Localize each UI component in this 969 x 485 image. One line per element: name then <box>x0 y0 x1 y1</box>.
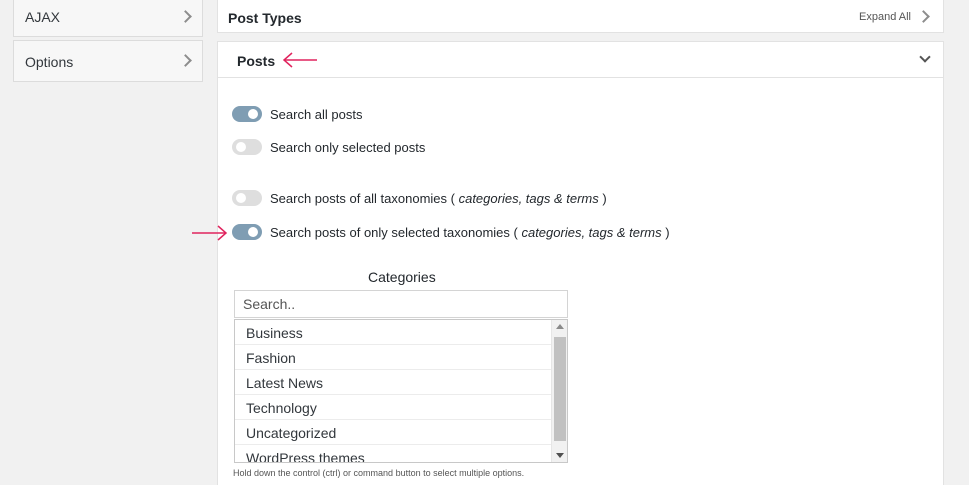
list-item[interactable]: Technology <box>235 395 551 420</box>
option-search-selected-taxonomies[interactable]: Search posts of only selected taxonomies… <box>232 222 670 242</box>
list-item[interactable]: WordPress themes <box>235 445 551 462</box>
option-label: Search only selected posts <box>270 139 426 155</box>
expand-all-link[interactable]: Expand All <box>859 11 911 23</box>
categories-search-input[interactable] <box>234 290 568 318</box>
chevron-down-icon[interactable] <box>919 51 931 63</box>
section-title: Post Types <box>228 10 302 26</box>
sidebar-item-ajax[interactable]: AJAX <box>13 0 203 37</box>
toggle-switch[interactable] <box>232 106 262 122</box>
option-label: Search posts of only selected taxonomies… <box>270 224 670 240</box>
sidebar-item-label: AJAX <box>25 9 61 25</box>
categories-label: Categories <box>368 269 436 285</box>
option-search-selected-posts[interactable]: Search only selected posts <box>232 137 425 157</box>
scrollbar[interactable] <box>551 320 567 462</box>
list-item[interactable]: Business <box>235 320 551 345</box>
scrollbar-thumb[interactable] <box>554 337 566 441</box>
help-text: Hold down the control (ctrl) or command … <box>233 468 525 478</box>
chevron-right-icon <box>179 10 192 23</box>
sidebar-item-label: Options <box>25 54 74 70</box>
annotation-arrow-right-icon <box>192 225 228 241</box>
post-types-header: Post Types Expand All <box>217 0 944 33</box>
posts-accordion-header[interactable]: Posts <box>217 41 944 78</box>
list-item[interactable]: Uncategorized <box>235 420 551 445</box>
option-label: Search posts of all taxonomies ( categor… <box>270 190 607 206</box>
list-item[interactable]: Latest News <box>235 370 551 395</box>
scroll-up-arrow-icon[interactable] <box>556 324 564 329</box>
option-search-all-posts[interactable]: Search all posts <box>232 104 363 124</box>
annotation-arrow-left-icon <box>282 52 317 68</box>
list-item[interactable]: Fashion <box>235 345 551 370</box>
chevron-right-icon <box>179 54 192 67</box>
categories-listbox[interactable]: Business Fashion Latest News Technology … <box>234 319 568 463</box>
chevron-right-icon[interactable] <box>917 10 930 23</box>
posts-panel-body: Search all posts Search only selected po… <box>217 78 944 485</box>
sidebar-item-options[interactable]: Options <box>13 40 203 82</box>
option-label: Search all posts <box>270 106 363 122</box>
option-search-all-taxonomies[interactable]: Search posts of all taxonomies ( categor… <box>232 188 607 208</box>
scroll-down-arrow-icon[interactable] <box>556 453 564 458</box>
toggle-switch[interactable] <box>232 224 262 240</box>
toggle-switch[interactable] <box>232 190 262 206</box>
toggle-switch[interactable] <box>232 139 262 155</box>
panel-title: Posts <box>237 53 276 69</box>
